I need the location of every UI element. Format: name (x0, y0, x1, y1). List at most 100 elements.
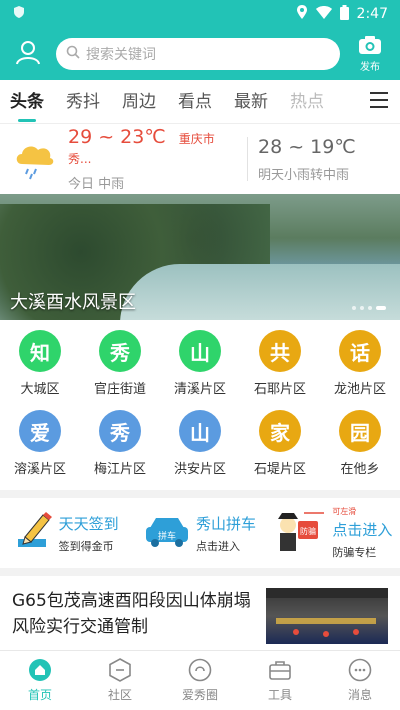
checkin-sub: 签到得金币 (58, 539, 114, 553)
tab-headlines[interactable]: 头条 (10, 80, 44, 124)
tab-nearby[interactable]: 周边 (122, 80, 156, 124)
today-description: 今日 中雨 (68, 177, 125, 192)
district-item[interactable]: 家 石堤片区 (240, 410, 320, 490)
tab-xiudou[interactable]: 秀抖 (66, 80, 100, 124)
carpool-service[interactable]: 拼车 秀山拼车 点击进入 (133, 513, 266, 554)
bottom-navigation: 首页 社区 爱秀圈 工具 消息 (0, 650, 400, 710)
search-placeholder: 搜索关键词 (86, 47, 156, 63)
search-input[interactable]: 搜索关键词 (56, 38, 340, 70)
category-tabs: 头条 秀抖 周边 看点 最新 热点 (0, 80, 400, 124)
nav-messages[interactable]: 消息 (320, 651, 400, 710)
search-icon (66, 45, 80, 63)
district-label: 在他乡 (340, 462, 380, 477)
community-icon (108, 658, 132, 682)
message-icon (348, 658, 372, 682)
district-icon: 共 (259, 330, 301, 372)
rain-cloud-icon (12, 136, 58, 182)
district-icon: 秀 (99, 410, 141, 452)
wifi-icon (315, 5, 332, 23)
carousel-dots (352, 306, 386, 310)
user-icon (15, 39, 41, 69)
district-label: 梅江片区 (93, 462, 146, 477)
news-item[interactable]: G65包茂高速酉阳段因山体崩塌风险实行交通管制 (0, 576, 400, 656)
status-time: 2:47 (356, 6, 388, 22)
district-icon: 话 (339, 330, 381, 372)
weather-today: 29 ~ 23℃ 重庆市秀... 今日 中雨 (68, 126, 237, 192)
home-icon (28, 658, 52, 682)
top-bar: 搜索关键词 发布 (0, 28, 400, 80)
district-icon: 秀 (99, 330, 141, 372)
district-grid: 知 大城区 秀 官庄街道 山 清溪片区 共 石耶片区 话 龙池片区 爱 溶溪片区… (0, 320, 400, 490)
checkin-service[interactable]: 天天签到 签到得金币 (0, 511, 133, 555)
news-thumbnail (266, 588, 388, 644)
district-icon: 山 (179, 410, 221, 452)
location-icon (296, 5, 308, 23)
nav-tools-label: 工具 (267, 688, 292, 702)
anti-fraud-service[interactable]: 防骗 可左滑 点击进入 防骗专栏 (267, 506, 400, 560)
carpool-sub: 点击进入 (195, 539, 240, 553)
district-icon: 园 (339, 410, 381, 452)
nav-community[interactable]: 社区 (80, 651, 160, 710)
nav-community-label: 社区 (107, 688, 132, 702)
district-item[interactable]: 共 石耶片区 (240, 330, 320, 410)
anti-fraud-sign: 防骗 (300, 526, 316, 536)
district-label: 清溪片区 (173, 382, 226, 397)
tab-highlights[interactable]: 看点 (178, 80, 212, 124)
tomorrow-temperature: 28 ~ 19℃ (258, 135, 356, 158)
tab-hot[interactable]: 热点 (290, 80, 324, 124)
today-temperature: 29 ~ 23℃ (68, 126, 166, 148)
district-item[interactable]: 秀 官庄街道 (80, 330, 160, 410)
district-label: 官庄街道 (93, 382, 146, 397)
district-label: 溶溪片区 (13, 462, 66, 477)
user-profile-button[interactable] (10, 36, 46, 72)
district-label: 洪安片区 (173, 462, 226, 477)
nav-aixiu[interactable]: 爱秀圈 (160, 651, 240, 710)
district-icon: 家 (259, 410, 301, 452)
district-label: 大城区 (20, 382, 60, 397)
carpool-title: 秀山拼车 (195, 514, 256, 533)
publish-label: 发布 (360, 62, 380, 73)
tab-latest[interactable]: 最新 (234, 80, 268, 124)
district-item[interactable]: 话 龙池片区 (320, 330, 400, 410)
district-item[interactable]: 知 大城区 (0, 330, 80, 410)
status-bar: 2:47 (0, 0, 400, 28)
nav-home-label: 首页 (27, 688, 52, 702)
district-item[interactable]: 秀 梅江片区 (80, 410, 160, 490)
nav-aixiu-label: 爱秀圈 (181, 688, 218, 702)
news-title: G65包茂高速酉阳段因山体崩塌风险实行交通管制 (12, 591, 251, 637)
district-label: 石堤片区 (253, 462, 306, 477)
section-gap (0, 568, 400, 576)
swipe-hint: 可左滑 (332, 507, 357, 516)
circle-icon (188, 658, 212, 682)
district-icon: 山 (179, 330, 221, 372)
district-label: 石耶片区 (253, 382, 306, 397)
district-label: 龙池片区 (333, 382, 386, 397)
section-gap (0, 490, 400, 498)
anti-fraud-title: 点击进入 (332, 521, 393, 539)
battery-icon (339, 4, 349, 24)
banner-image-water (120, 264, 400, 320)
nav-home[interactable]: 首页 (0, 651, 80, 710)
publish-button[interactable]: 发布 (350, 35, 390, 73)
pencil-icon (15, 511, 53, 555)
carpool-badge: 拼车 (158, 530, 176, 542)
nav-tools[interactable]: 工具 (240, 651, 320, 710)
shield-icon (12, 5, 26, 23)
menu-icon[interactable] (370, 92, 388, 110)
tomorrow-description: 明天小雨转中雨 (258, 167, 350, 183)
toolbox-icon (268, 658, 292, 682)
banner-caption: 大溪酉水风景区 (10, 292, 136, 313)
district-item[interactable]: 爱 溶溪片区 (0, 410, 80, 490)
district-item[interactable]: 园 在他乡 (320, 410, 400, 490)
district-icon: 知 (19, 330, 61, 372)
weather-panel[interactable]: 29 ~ 23℃ 重庆市秀... 今日 中雨 28 ~ 19℃ 明天小雨转中雨 (0, 124, 400, 194)
district-item[interactable]: 山 洪安片区 (160, 410, 240, 490)
camera-icon (358, 35, 382, 58)
services-row: 天天签到 签到得金币 拼车 秀山拼车 点击进入 防骗 可左滑 点击进入 防骗专栏 (0, 498, 400, 568)
weather-tomorrow: 28 ~ 19℃ 明天小雨转中雨 (258, 136, 388, 183)
district-item[interactable]: 山 清溪片区 (160, 330, 240, 410)
banner-carousel[interactable]: 大溪酉水风景区 (0, 194, 400, 320)
police-icon: 防骗 (274, 509, 326, 557)
nav-messages-label: 消息 (347, 688, 372, 702)
anti-fraud-sub: 防骗专栏 (332, 546, 377, 559)
